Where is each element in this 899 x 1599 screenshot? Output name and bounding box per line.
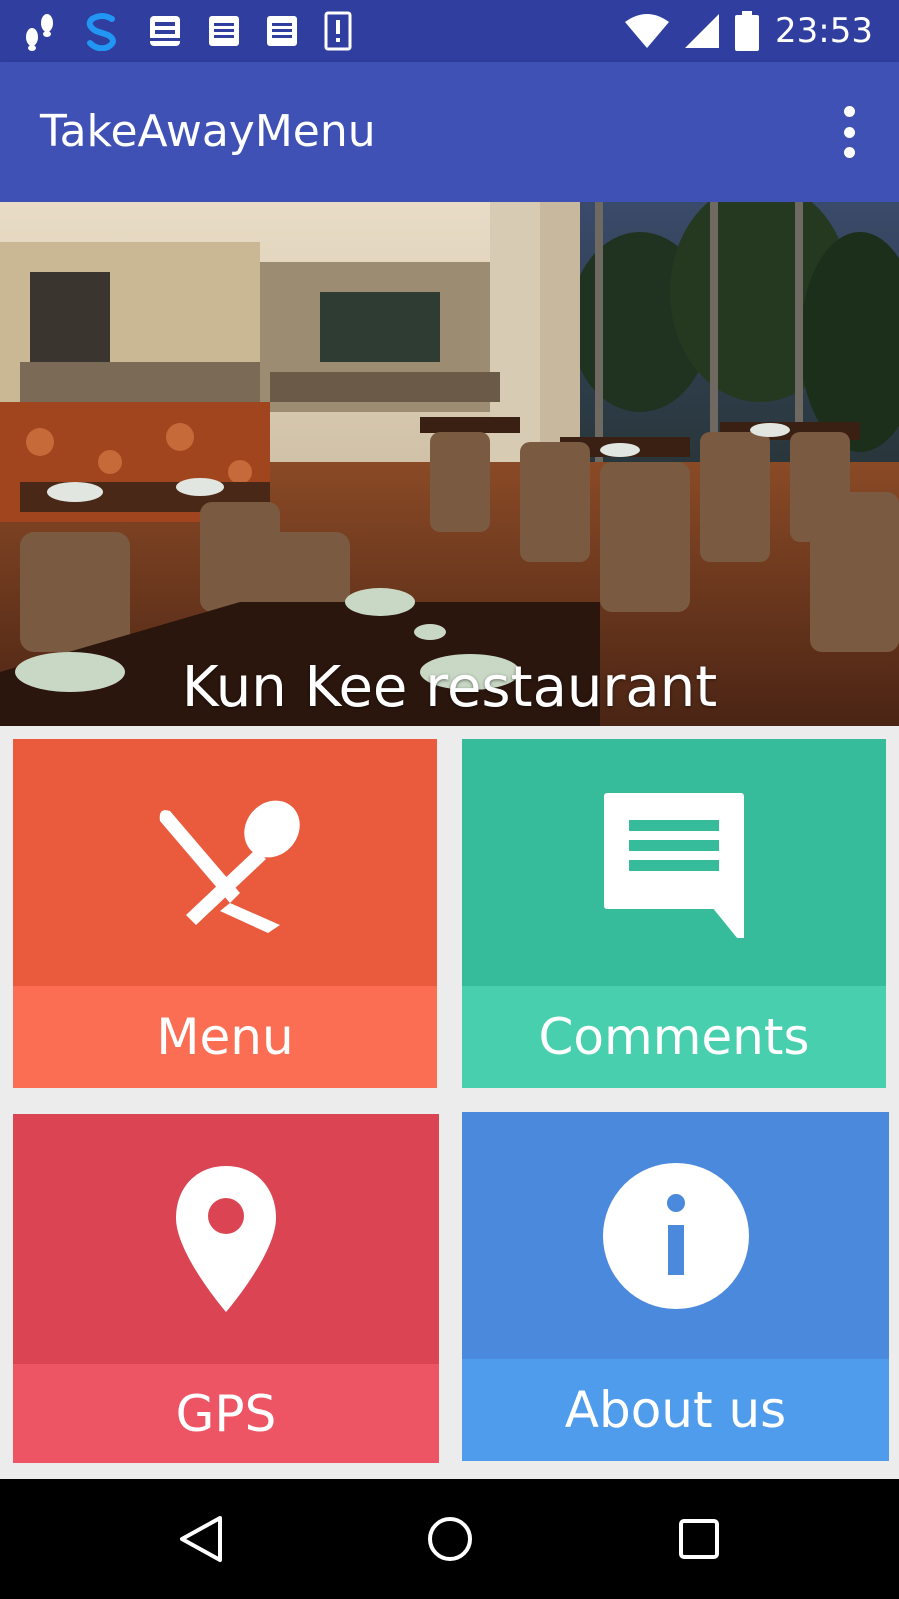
menu-label: Menu [156,1008,294,1066]
app-bar: TakeAwayMenu [0,62,899,202]
app-title: TakeAwayMenu [40,106,376,157]
menu-tile[interactable]: Menu [13,739,437,1088]
notes-icon [209,16,239,46]
notification-icons [22,8,352,54]
more-vert-icon[interactable] [837,106,861,158]
restaurant-name: Kun Kee restaurant [181,655,718,720]
info-icon [602,1162,749,1309]
about-us-label: About us [564,1381,787,1439]
alert-card-icon [324,11,352,51]
comments-label: Comments [538,1008,810,1066]
about-us-tile[interactable]: About us [462,1112,889,1461]
system-status: 23:53 [625,8,873,54]
notes-icon [267,16,297,46]
comments-tile[interactable]: Comments [462,739,886,1088]
battery-icon [735,11,760,51]
clock: 23:53 [775,11,873,51]
comment-icon [604,792,744,938]
back-icon[interactable] [170,1509,230,1569]
inbox-icon [150,16,180,46]
footsteps-icon [26,14,53,51]
navigation-bar [0,1479,899,1599]
cutlery-icon [159,800,300,933]
restaurant-photo [0,202,899,726]
signal-icon [685,14,720,48]
restaurant-banner: Kun Kee restaurant [0,202,899,726]
status-bar: 23:53 [0,0,899,62]
gps-tile[interactable]: GPS [13,1114,439,1463]
location-pin-icon [176,1166,276,1312]
wifi-icon [625,14,670,48]
gps-label: GPS [175,1384,277,1443]
s-app-icon [86,13,116,51]
recents-icon[interactable] [669,1509,729,1569]
home-icon[interactable] [420,1509,480,1569]
